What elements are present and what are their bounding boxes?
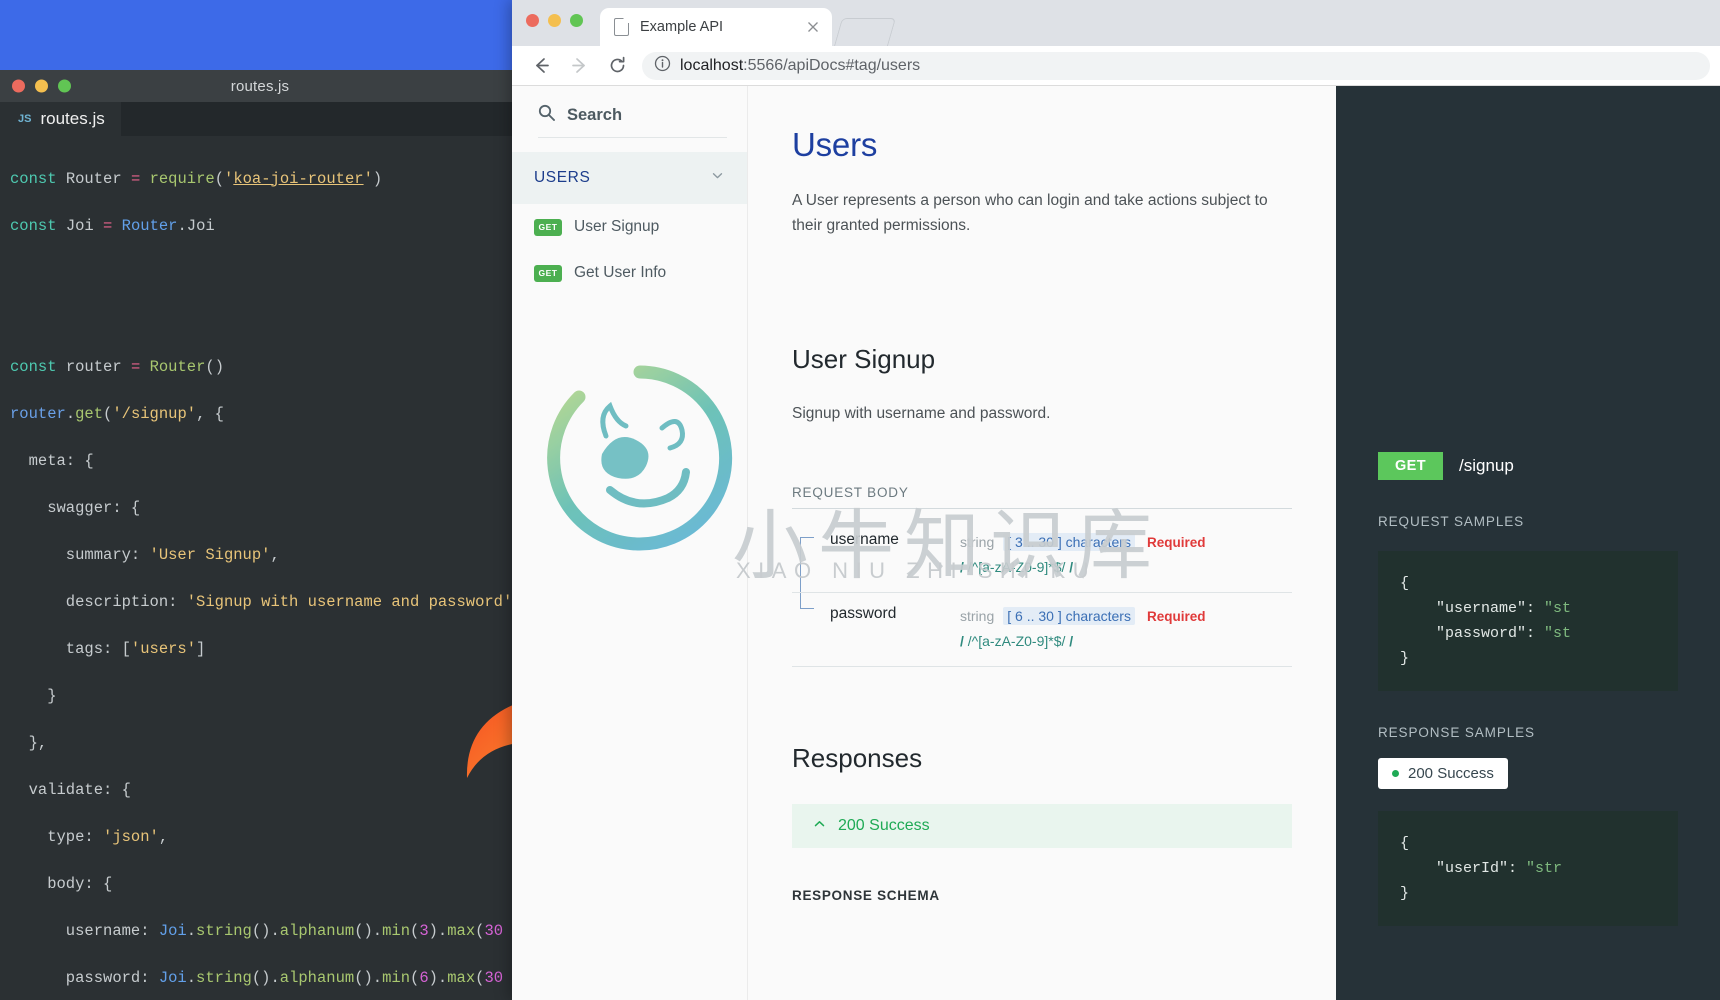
sidebar-item-label: Get User Info	[574, 264, 667, 281]
param-range: [ 6 .. 30 ] characters	[1003, 607, 1135, 625]
browser-window: Example API localhost:5566/apiDocs#tag/…	[512, 0, 1720, 1000]
sidebar-group-label: USERS	[534, 169, 591, 186]
param-pattern: /^[a-zA-Z0-9]*$/	[967, 633, 1066, 649]
minimize-window-button[interactable]	[35, 79, 48, 93]
docs-main-content: Users A User represents a person who can…	[748, 86, 1336, 1000]
close-window-button[interactable]	[12, 79, 25, 93]
sidebar-item-user-signup[interactable]: GET User Signup	[512, 204, 747, 250]
editor-tabbar: JS routes.js	[0, 102, 520, 136]
param-name: username	[830, 531, 899, 548]
response-200-accordion[interactable]: 200 Success	[792, 804, 1292, 848]
editor-window-controls[interactable]	[12, 79, 71, 93]
response-status-label: 200 Success	[838, 817, 930, 834]
param-range: [ 3 .. 30 ] characters	[1003, 533, 1135, 551]
param-pattern: /^[a-zA-Z0-9]*$/	[967, 559, 1066, 575]
chevron-up-icon	[812, 816, 827, 836]
operation-description: Signup with username and password.	[792, 405, 1051, 422]
http-verb-badge: GET	[534, 218, 562, 236]
arrow-left-icon[interactable]	[522, 49, 560, 83]
maximize-window-button[interactable]	[58, 79, 71, 93]
endpoint-header: GET /signup	[1378, 452, 1678, 480]
reload-icon[interactable]	[598, 49, 636, 83]
code-editor-window: routes.js JS routes.js const Router = re…	[0, 70, 520, 1000]
address-bar[interactable]: localhost:5566/apiDocs#tag/users	[642, 51, 1710, 80]
param-type: string	[960, 608, 995, 624]
page-title: Users	[792, 126, 878, 163]
editor-code-area[interactable]: const Router = require('koa-joi-router')…	[0, 136, 520, 1000]
responses-title: Responses	[792, 743, 923, 773]
response-sample-selector[interactable]: 200 Success	[1378, 758, 1508, 789]
search-input[interactable]: Search	[538, 104, 727, 138]
editor-titlebar: routes.js	[0, 70, 520, 102]
sidebar-group-users[interactable]: USERS	[512, 152, 747, 204]
sidebar-item-label: User Signup	[574, 218, 660, 235]
param-type: string	[960, 534, 995, 550]
param-name: password	[830, 605, 897, 622]
request-sample-code[interactable]: { "username": "st "password": "st }	[1378, 551, 1678, 691]
docs-sidebar: Search USERS GET User Signup GET Get Use…	[512, 86, 748, 1000]
desktop-background	[0, 0, 520, 72]
endpoint-path: /signup	[1459, 456, 1514, 475]
browser-window-controls[interactable]	[526, 14, 583, 27]
editor-tab-label: routes.js	[40, 109, 105, 128]
search-placeholder: Search	[567, 105, 623, 124]
javascript-file-icon: JS	[18, 113, 32, 125]
page-favicon-icon	[614, 17, 630, 36]
http-verb-badge: GET	[534, 264, 562, 282]
browser-maximize-button[interactable]	[570, 14, 583, 27]
chevron-down-icon[interactable]	[710, 168, 725, 188]
arrow-right-icon	[560, 49, 598, 83]
param-required-badge: Required	[1146, 535, 1206, 550]
editor-window-title: routes.js	[230, 77, 290, 95]
browser-tabstrip: Example API	[512, 0, 1720, 46]
operation-title: User Signup	[792, 344, 936, 374]
browser-close-button[interactable]	[526, 14, 539, 27]
response-sample-label: 200 Success	[1408, 765, 1494, 782]
param-required-badge: Required	[1146, 609, 1206, 624]
samples-panel: GET /signup REQUEST SAMPLES { "username"…	[1336, 86, 1720, 1000]
editor-tab-routes-js[interactable]: JS routes.js	[0, 102, 121, 136]
search-icon	[538, 104, 555, 126]
endpoint-verb-badge: GET	[1378, 452, 1444, 480]
url-host: localhost	[680, 56, 744, 74]
new-tab-button[interactable]	[833, 18, 897, 46]
request-body-params: username string [ 3 .. 30 ] characters Req…	[792, 531, 1292, 667]
close-icon[interactable]	[804, 18, 822, 36]
browser-tab-example-api[interactable]: Example API	[600, 8, 832, 46]
sidebar-item-get-user-info[interactable]: GET Get User Info	[512, 250, 747, 296]
browser-minimize-button[interactable]	[548, 14, 561, 27]
url-path: :5566/apiDocs#tag/users	[743, 56, 921, 74]
response-samples-caption: RESPONSE SAMPLES	[1378, 725, 1535, 740]
browser-tab-title: Example API	[640, 19, 724, 35]
status-dot-icon	[1392, 770, 1399, 777]
response-sample-code[interactable]: { "userId": "str }	[1378, 811, 1678, 926]
table-row: username string [ 3 .. 30 ] characters Req…	[792, 531, 1292, 593]
browser-toolbar: localhost:5566/apiDocs#tag/users	[512, 46, 1720, 86]
table-row: password string [ 6 .. 30 ] characters Req…	[792, 605, 1292, 667]
tag-description: A User represents a person who can login…	[792, 192, 1268, 234]
request-body-caption: REQUEST BODY	[792, 485, 1292, 509]
request-samples-caption: REQUEST SAMPLES	[1378, 514, 1525, 529]
api-docs-layout: Search USERS GET User Signup GET Get Use…	[512, 86, 1720, 1000]
response-schema-caption: RESPONSE SCHEMA	[792, 888, 940, 903]
info-circle-icon[interactable]	[654, 55, 671, 77]
screen: routes.js JS routes.js const Router = re…	[0, 0, 1720, 1000]
